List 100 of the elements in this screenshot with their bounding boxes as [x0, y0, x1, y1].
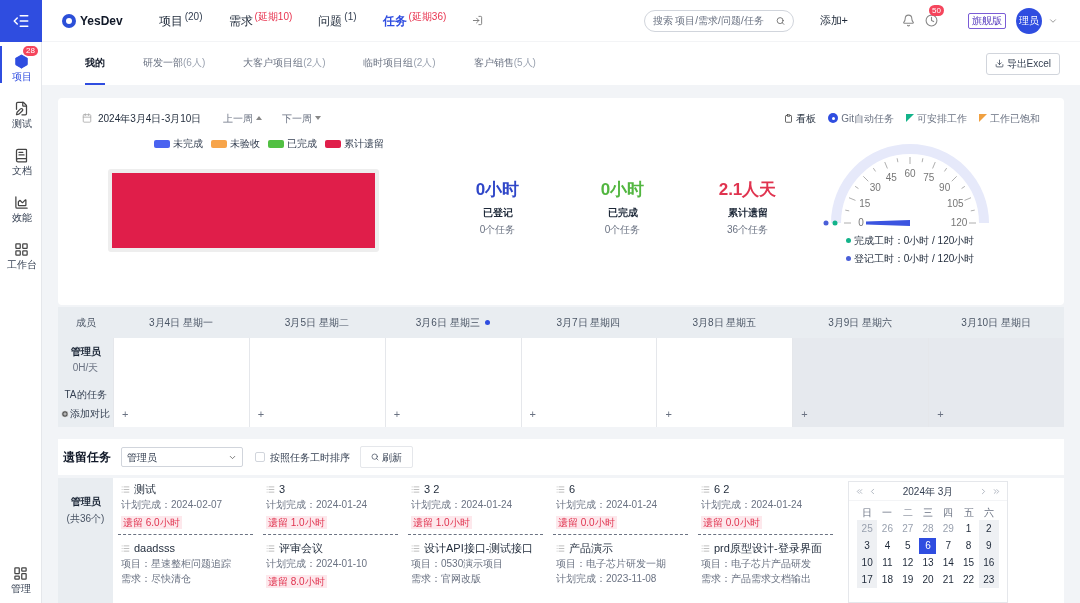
user-avatar[interactable]: 理员	[1016, 7, 1042, 34]
clock-icon[interactable]	[925, 14, 938, 27]
task-title[interactable]: 评审会议	[279, 542, 323, 555]
nav-tab[interactable]: 任务 $^{(延期36)}$	[382, 11, 447, 30]
exit-icon[interactable]	[472, 15, 484, 26]
task-detail: 项目：0530演示项目	[411, 558, 505, 570]
date-range[interactable]: 2024年3月4日-3月10日	[98, 110, 202, 126]
menu-button[interactable]	[0, 0, 42, 42]
calendar-day[interactable]: 11	[878, 554, 896, 571]
calendar-day[interactable]: 14	[939, 554, 957, 571]
refresh-button[interactable]: 刷新	[360, 446, 413, 468]
task-title[interactable]: 6 2	[714, 483, 730, 496]
calendar-day[interactable]: 15	[960, 554, 978, 571]
add-task-button[interactable]: +	[529, 409, 536, 420]
column-header: 3月7日 星期四	[556, 316, 621, 330]
nav-tab[interactable]: 问题 $^{(1)}$	[318, 11, 357, 30]
caret-down-icon	[315, 116, 322, 120]
section-title: 遗留任务	[63, 449, 111, 466]
calendar-day[interactable]: 16	[980, 554, 998, 571]
leftover-tag: 遗留 6.0小时	[121, 516, 182, 529]
sidebar-item[interactable]: 效能	[0, 187, 41, 224]
add-task-button[interactable]: +	[801, 409, 808, 420]
option-label[interactable]: 工作已饱和	[990, 110, 1040, 126]
calendar-day[interactable]: 3	[858, 537, 876, 554]
add-button[interactable]: 添加+	[819, 12, 848, 29]
calendar-day[interactable]: 10	[858, 554, 876, 571]
next-year-icon[interactable]	[992, 486, 1001, 496]
add-task-button[interactable]: +	[393, 409, 401, 420]
calendar-day[interactable]: 6	[919, 537, 937, 554]
task-title[interactable]: 3 2	[424, 483, 440, 496]
calendar-day[interactable]: 20	[919, 571, 937, 588]
sidebar-item[interactable]: 管理	[10, 566, 31, 595]
task-title[interactable]: 产品演示	[569, 542, 613, 555]
member-select[interactable]: 管理员	[121, 447, 243, 467]
add-compare-button[interactable]: 添加对比	[61, 406, 110, 421]
calendar-day[interactable]: 17	[858, 571, 876, 588]
member-count: (共36个)	[66, 512, 105, 526]
day-cell[interactable]: +	[656, 338, 793, 427]
calendar-day[interactable]: 7	[939, 537, 957, 554]
task-detail: 计划完成：2024-01-24	[411, 499, 514, 511]
radio-icon[interactable]	[828, 113, 839, 123]
calendar-day[interactable]: 4	[878, 537, 896, 554]
leftover-tag: 遗留 1.0小时	[411, 516, 472, 529]
count-badge: 28	[23, 46, 38, 56]
sort-checkbox[interactable]	[255, 452, 265, 462]
gauge-label: 105	[946, 198, 964, 210]
day-cell[interactable]: +	[928, 338, 1064, 427]
next-month-icon[interactable]	[979, 486, 988, 496]
sidebar-item[interactable]: 测试	[0, 93, 41, 130]
bell-icon[interactable]	[902, 14, 915, 27]
sidebar-item[interactable]: 文档	[0, 140, 41, 177]
add-task-button[interactable]: +	[937, 409, 944, 420]
export-button[interactable]: 导出Excel	[985, 52, 1060, 75]
day-cell[interactable]: +	[248, 338, 385, 427]
group-tab[interactable]: 研发一部(6人)	[143, 42, 206, 85]
sidebar-item[interactable]: 工作台	[0, 234, 41, 271]
task-title[interactable]: 6	[569, 483, 576, 496]
next-week-button[interactable]: 下一周	[282, 110, 322, 126]
task-title[interactable]: 测试	[134, 483, 156, 496]
nav-tab[interactable]: 需求 $^{(延期10)}$	[228, 11, 293, 30]
calendar-day[interactable]: 23	[980, 571, 998, 588]
task-title[interactable]: 设计API接口-测试接口	[424, 542, 534, 555]
gauge-label: 45	[885, 171, 897, 183]
prev-week-button[interactable]: 上一周	[223, 110, 263, 126]
stat-value: 2.1人天	[718, 179, 777, 201]
option-label[interactable]: Git自动任务	[841, 110, 894, 126]
task-title[interactable]: daadsss	[134, 542, 175, 555]
edition-button[interactable]: 旗舰版	[968, 12, 1006, 29]
calendar-day[interactable]: 1	[960, 520, 978, 537]
option-label[interactable]: 看板	[796, 110, 817, 126]
calendar-day[interactable]: 5	[899, 537, 917, 554]
calendar-day[interactable]: 9	[980, 537, 998, 554]
calendar-day[interactable]: 18	[878, 571, 896, 588]
option-label[interactable]: 可安排工作	[917, 110, 967, 126]
task-title[interactable]: prd原型设计-登录界面	[714, 542, 822, 555]
calendar-day[interactable]: 12	[899, 554, 917, 571]
calendar-day[interactable]: 13	[919, 554, 937, 571]
group-tab[interactable]: 大客户项目组(2人)	[243, 42, 326, 85]
prev-year-icon[interactable]	[855, 486, 864, 496]
calendar-day[interactable]: 19	[899, 571, 917, 588]
add-task-button[interactable]: +	[257, 409, 265, 420]
calendar-day[interactable]: 8	[960, 537, 978, 554]
group-tab[interactable]: 我的	[85, 42, 105, 85]
task-detail: 计划完成：2024-01-24	[266, 499, 369, 511]
day-cell[interactable]: +	[384, 338, 521, 427]
add-task-button[interactable]: +	[122, 409, 129, 420]
calendar-day[interactable]: 22	[960, 571, 978, 588]
nav-tab[interactable]: 项目 $^{(20)}$	[158, 11, 203, 30]
day-cell[interactable]: +	[792, 338, 929, 427]
add-task-button[interactable]: +	[665, 409, 672, 420]
calendar-day[interactable]: 2	[980, 520, 998, 537]
prev-month-icon[interactable]	[868, 486, 877, 496]
day-cell[interactable]: +	[520, 338, 657, 427]
tasks-link[interactable]: TA的任务	[64, 387, 107, 402]
group-tab[interactable]: 临时项目组(2人)	[363, 42, 436, 85]
day-cell[interactable]: +	[113, 338, 249, 427]
task-title[interactable]: 3	[279, 483, 286, 496]
group-tab[interactable]: 客户销售(5人)	[473, 42, 536, 85]
calendar-day[interactable]: 21	[939, 571, 957, 588]
gauge-label: 30	[869, 182, 881, 194]
